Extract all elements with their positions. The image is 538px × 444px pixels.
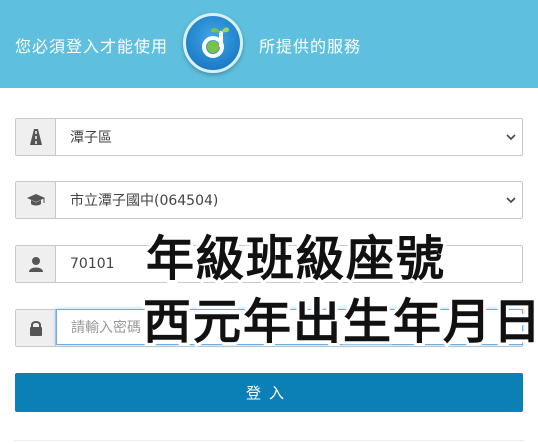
- district-value[interactable]: 潭子區: [56, 119, 522, 155]
- student-id-text: 70101: [70, 256, 115, 272]
- school-text: 市立潭子國中(064504): [70, 193, 219, 209]
- sprout-logo-icon: [183, 13, 243, 73]
- school-value[interactable]: 市立潭子國中(064504): [56, 182, 522, 218]
- chevron-down-icon: [506, 134, 516, 141]
- graduation-cap-icon: [16, 182, 56, 218]
- lock-icon: [16, 310, 56, 346]
- divider: [14, 440, 524, 441]
- header-banner: 您必須登入才能使用 所提供的服務: [0, 0, 538, 88]
- district-text: 潭子區: [70, 130, 112, 146]
- overlay-text-birthday: 西元年出生年月日: [140, 294, 538, 350]
- header-right-text: 所提供的服務: [259, 37, 362, 56]
- overlay-text-class-seat: 年級班級座號: [143, 231, 447, 287]
- header-left-text: 您必須登入才能使用: [15, 37, 169, 56]
- user-icon: [16, 246, 56, 282]
- school-select[interactable]: 市立潭子國中(064504): [15, 181, 523, 219]
- district-select[interactable]: 潭子區: [15, 118, 523, 156]
- login-button[interactable]: 登入: [15, 373, 523, 412]
- road-icon: [16, 119, 56, 155]
- chevron-down-icon: [506, 197, 516, 204]
- password-placeholder: 請輸入密碼: [71, 320, 141, 336]
